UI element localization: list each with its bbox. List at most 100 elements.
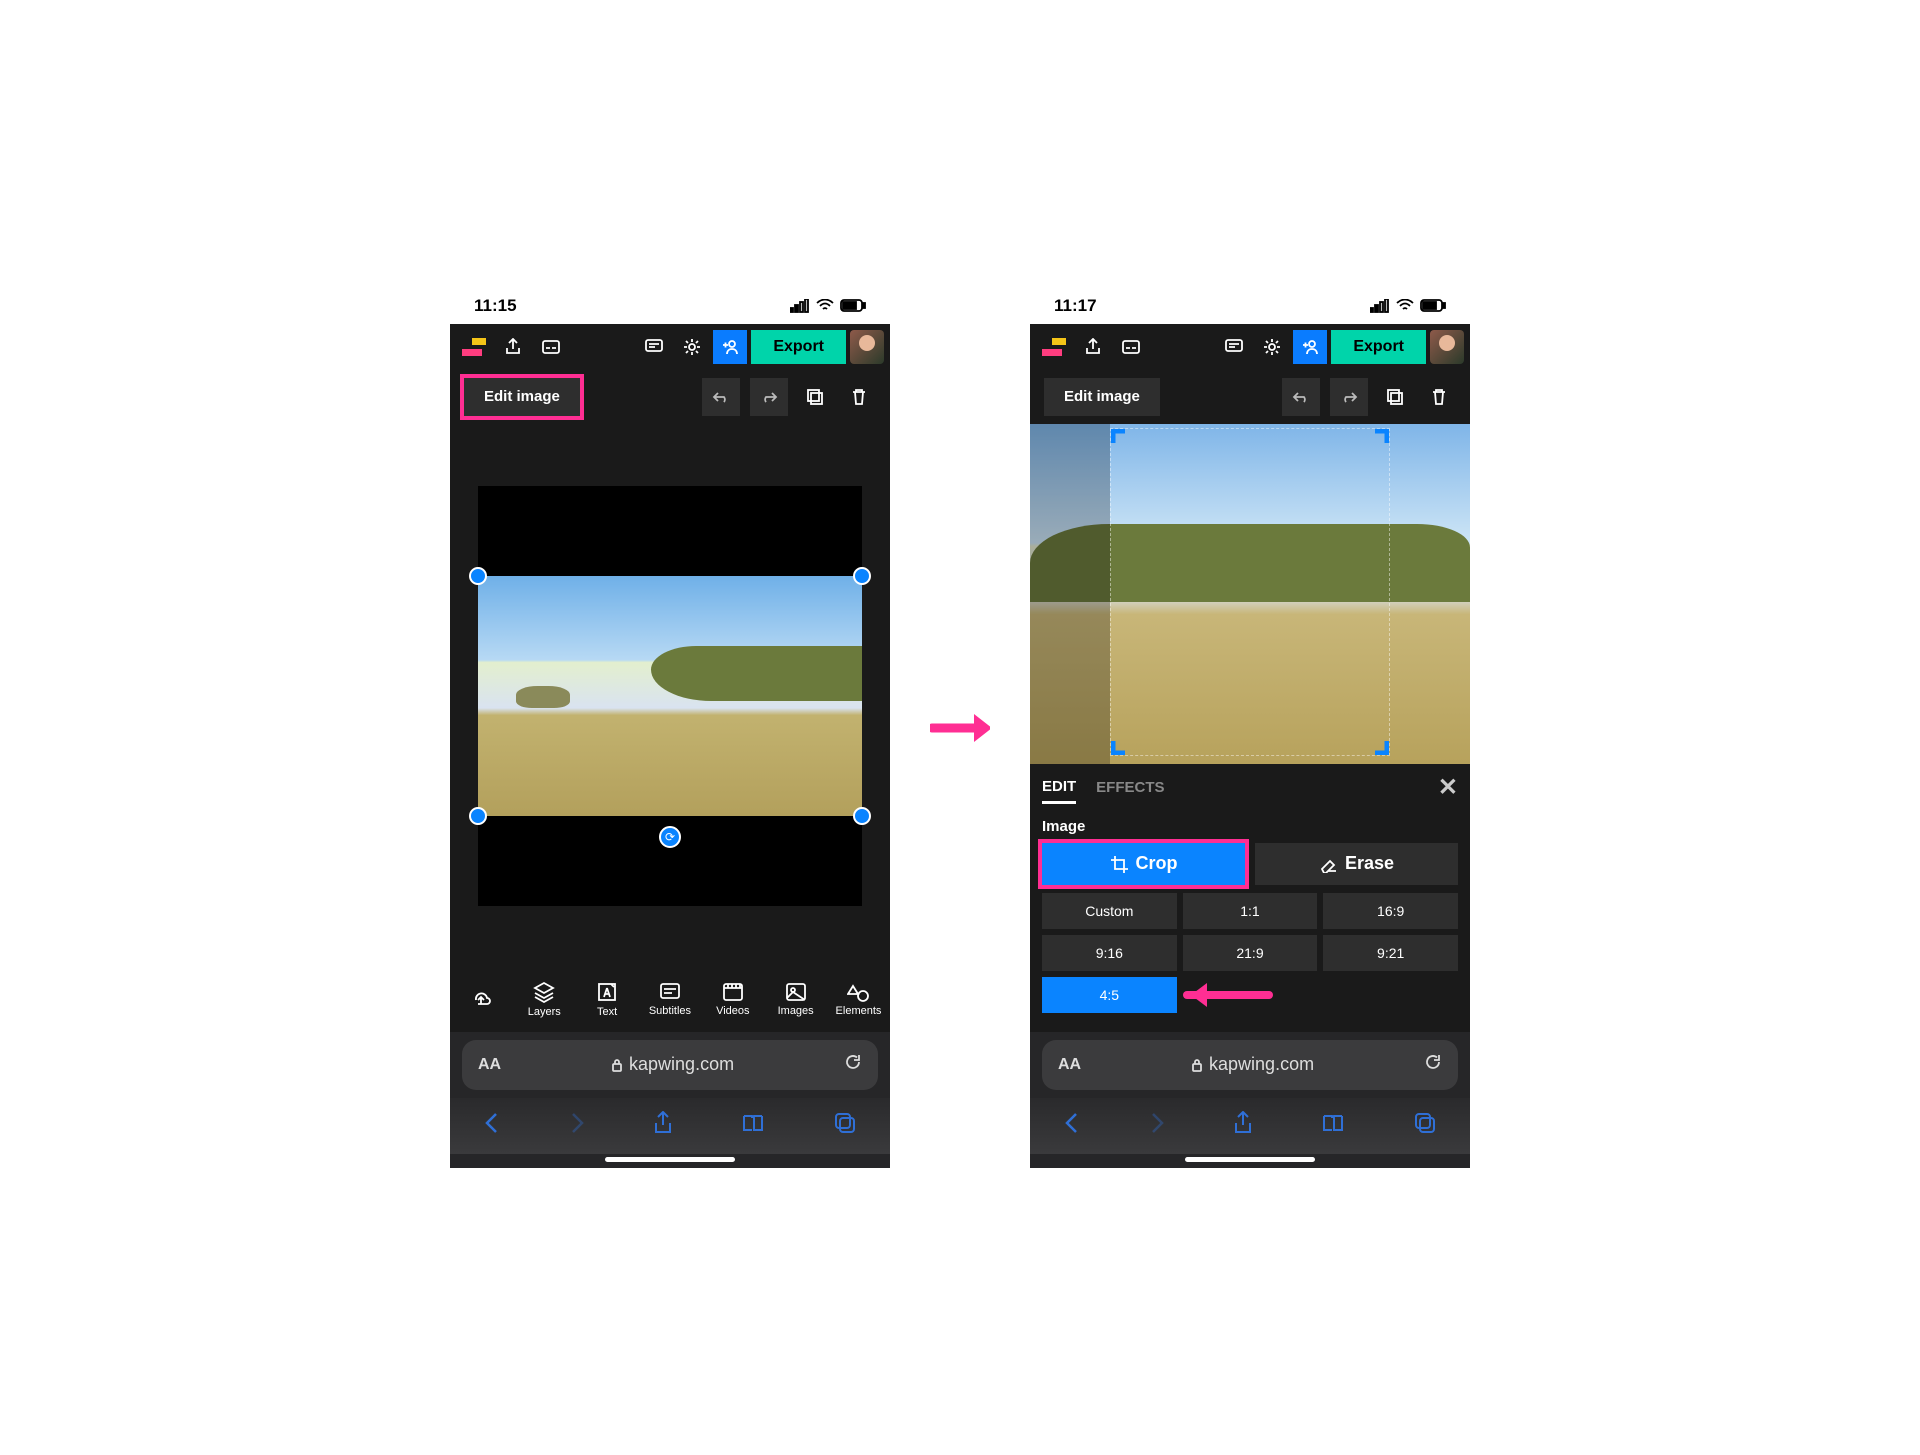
home-indicator[interactable] [1185,1157,1315,1162]
forward-button[interactable] [569,1112,585,1139]
duplicate-icon[interactable] [1378,380,1412,414]
canvas-area: ⟳ [450,424,890,968]
top-toolbar: Export [450,324,890,370]
duplicate-icon[interactable] [798,380,832,414]
status-icons [790,299,866,313]
gear-icon[interactable] [1255,330,1289,364]
url-bar[interactable]: AA kapwing.com [462,1040,878,1090]
videos-tool[interactable]: Videos [704,982,762,1017]
wifi-icon [816,299,834,313]
panel-section-label: Image [1042,818,1458,835]
edit-image-button[interactable]: Edit image [1044,378,1160,416]
resize-handle-bl[interactable] [469,807,487,825]
crop-label: Crop [1136,853,1178,874]
ratio-custom[interactable]: Custom [1042,893,1177,929]
safari-toolbar [450,1098,890,1154]
crop-frame[interactable] [1110,428,1390,756]
canvas[interactable]: ⟳ [478,486,862,906]
share-icon[interactable] [1076,330,1110,364]
comment-icon[interactable] [1217,330,1251,364]
phone-right: 11:17 Export Edit image [1030,288,1470,1168]
ratio-9-16[interactable]: 9:16 [1042,935,1177,971]
crop-corner-br[interactable] [1369,735,1389,755]
reload-icon[interactable] [1424,1053,1442,1076]
export-button[interactable]: Export [751,330,846,364]
erase-label: Erase [1345,853,1394,874]
crop-corner-tr[interactable] [1369,429,1389,449]
comment-icon[interactable] [637,330,671,364]
url-bar[interactable]: AA kapwing.com [1042,1040,1458,1090]
reload-icon[interactable] [844,1053,862,1076]
user-avatar[interactable] [850,330,884,364]
safari-chrome: AA kapwing.com [450,1032,890,1168]
trash-icon[interactable] [842,380,876,414]
url-text: kapwing.com [611,1054,734,1075]
flow-arrow [930,710,990,746]
forward-button[interactable] [1149,1112,1165,1139]
tab-edit[interactable]: EDIT [1042,778,1076,804]
ratio-4-5[interactable]: 4:5 [1042,977,1177,1013]
erase-button[interactable]: Erase [1255,843,1458,885]
trash-icon[interactable] [1422,380,1456,414]
text-tool[interactable]: Text [578,981,636,1018]
tabs-button[interactable] [1414,1112,1436,1139]
ratio-1-1[interactable]: 1:1 [1183,893,1318,929]
edit-image-button[interactable]: Edit image [464,378,580,416]
back-button[interactable] [484,1112,500,1139]
safari-toolbar [1030,1098,1470,1154]
crop-corner-bl[interactable] [1111,735,1131,755]
phone-left: 11:15 Export Edit image [450,288,890,1168]
ratio-21-9[interactable]: 21:9 [1183,935,1318,971]
add-user-button[interactable] [713,330,747,364]
battery-icon [840,299,866,313]
tab-effects[interactable]: EFFECTS [1096,779,1164,802]
battery-icon [1420,299,1446,313]
status-time: 11:15 [474,296,517,316]
resize-handle-br[interactable] [853,807,871,825]
share-button[interactable] [653,1111,673,1140]
resize-handle-tr[interactable] [853,567,871,585]
user-avatar[interactable] [1430,330,1464,364]
redo-button[interactable] [1330,378,1368,416]
url-text: kapwing.com [1191,1054,1314,1075]
selected-image[interactable]: ⟳ [478,576,862,816]
gear-icon[interactable] [675,330,709,364]
cellular-icon [1370,299,1390,313]
text-size-button[interactable]: AA [478,1056,501,1074]
add-user-button[interactable] [1293,330,1327,364]
undo-button[interactable] [1282,378,1320,416]
export-button[interactable]: Export [1331,330,1426,364]
ratio-16-9[interactable]: 16:9 [1323,893,1458,929]
kapwing-logo[interactable] [1040,335,1068,359]
elements-tool[interactable]: Elements [829,982,887,1017]
caption-icon[interactable] [1114,330,1148,364]
edit-toolbar: Edit image [450,370,890,424]
crop-button[interactable]: Crop [1042,843,1245,885]
home-indicator[interactable] [605,1157,735,1162]
subtitles-tool[interactable]: Subtitles [641,982,699,1017]
crop-canvas[interactable] [1030,424,1470,764]
status-bar: 11:15 [450,288,890,324]
ratio-9-21[interactable]: 9:21 [1323,935,1458,971]
kapwing-logo[interactable] [460,335,488,359]
tabs-button[interactable] [834,1112,856,1139]
bookmarks-button[interactable] [741,1113,765,1138]
rotate-handle[interactable]: ⟳ [659,826,681,848]
upload-tool[interactable] [452,987,510,1012]
back-button[interactable] [1064,1112,1080,1139]
crop-corner-tl[interactable] [1111,429,1131,449]
wifi-icon [1396,299,1414,313]
undo-button[interactable] [702,378,740,416]
bookmarks-button[interactable] [1321,1113,1345,1138]
text-size-button[interactable]: AA [1058,1056,1081,1074]
redo-button[interactable] [750,378,788,416]
canvas-area: EDIT EFFECTS ✕ Image Crop Erase [1030,424,1470,1032]
resize-handle-tl[interactable] [469,567,487,585]
images-tool[interactable]: Images [767,982,825,1017]
caption-icon[interactable] [534,330,568,364]
share-icon[interactable] [496,330,530,364]
status-icons [1370,299,1446,313]
share-button[interactable] [1233,1111,1253,1140]
close-panel-icon[interactable]: ✕ [1438,773,1458,802]
layers-tool[interactable]: Layers [515,981,573,1018]
